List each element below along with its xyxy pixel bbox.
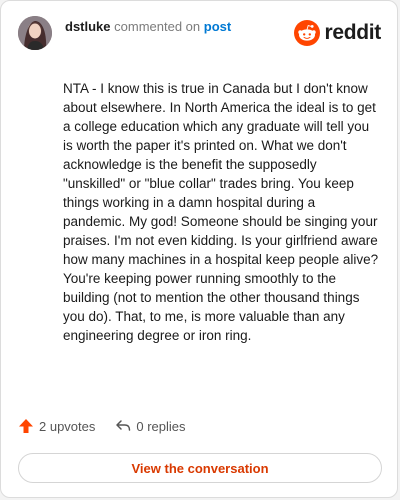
reply-count: 0 replies <box>136 418 186 434</box>
avatar-image <box>18 16 52 50</box>
username[interactable]: dstluke <box>65 19 111 34</box>
view-conversation-button[interactable]: View the conversation <box>18 453 382 483</box>
reply-arrow-icon <box>116 420 131 431</box>
action-text: commented on <box>114 18 201 34</box>
avatar[interactable] <box>18 16 52 50</box>
replies[interactable]: 0 replies <box>115 418 186 434</box>
reddit-snoo-icon <box>294 20 321 46</box>
attribution: dstluke commented on post <box>65 19 231 34</box>
upvotes[interactable]: 2 upvotes <box>18 418 95 434</box>
post-link[interactable]: post <box>204 19 231 34</box>
comment-body: NTA - I know this is true in Canada but … <box>63 81 379 343</box>
upvote-count: 2 upvotes <box>39 418 96 434</box>
comment-footer: 2 upvotes 0 replies <box>18 418 186 434</box>
reddit-wordmark: reddit <box>324 21 381 44</box>
reddit-logo[interactable]: reddit <box>294 20 381 46</box>
comment-header: dstluke commented on post <box>18 15 231 51</box>
upvote-arrow-icon <box>19 419 33 433</box>
embed-card: dstluke commented on post reddit NTA - I… <box>0 0 398 498</box>
